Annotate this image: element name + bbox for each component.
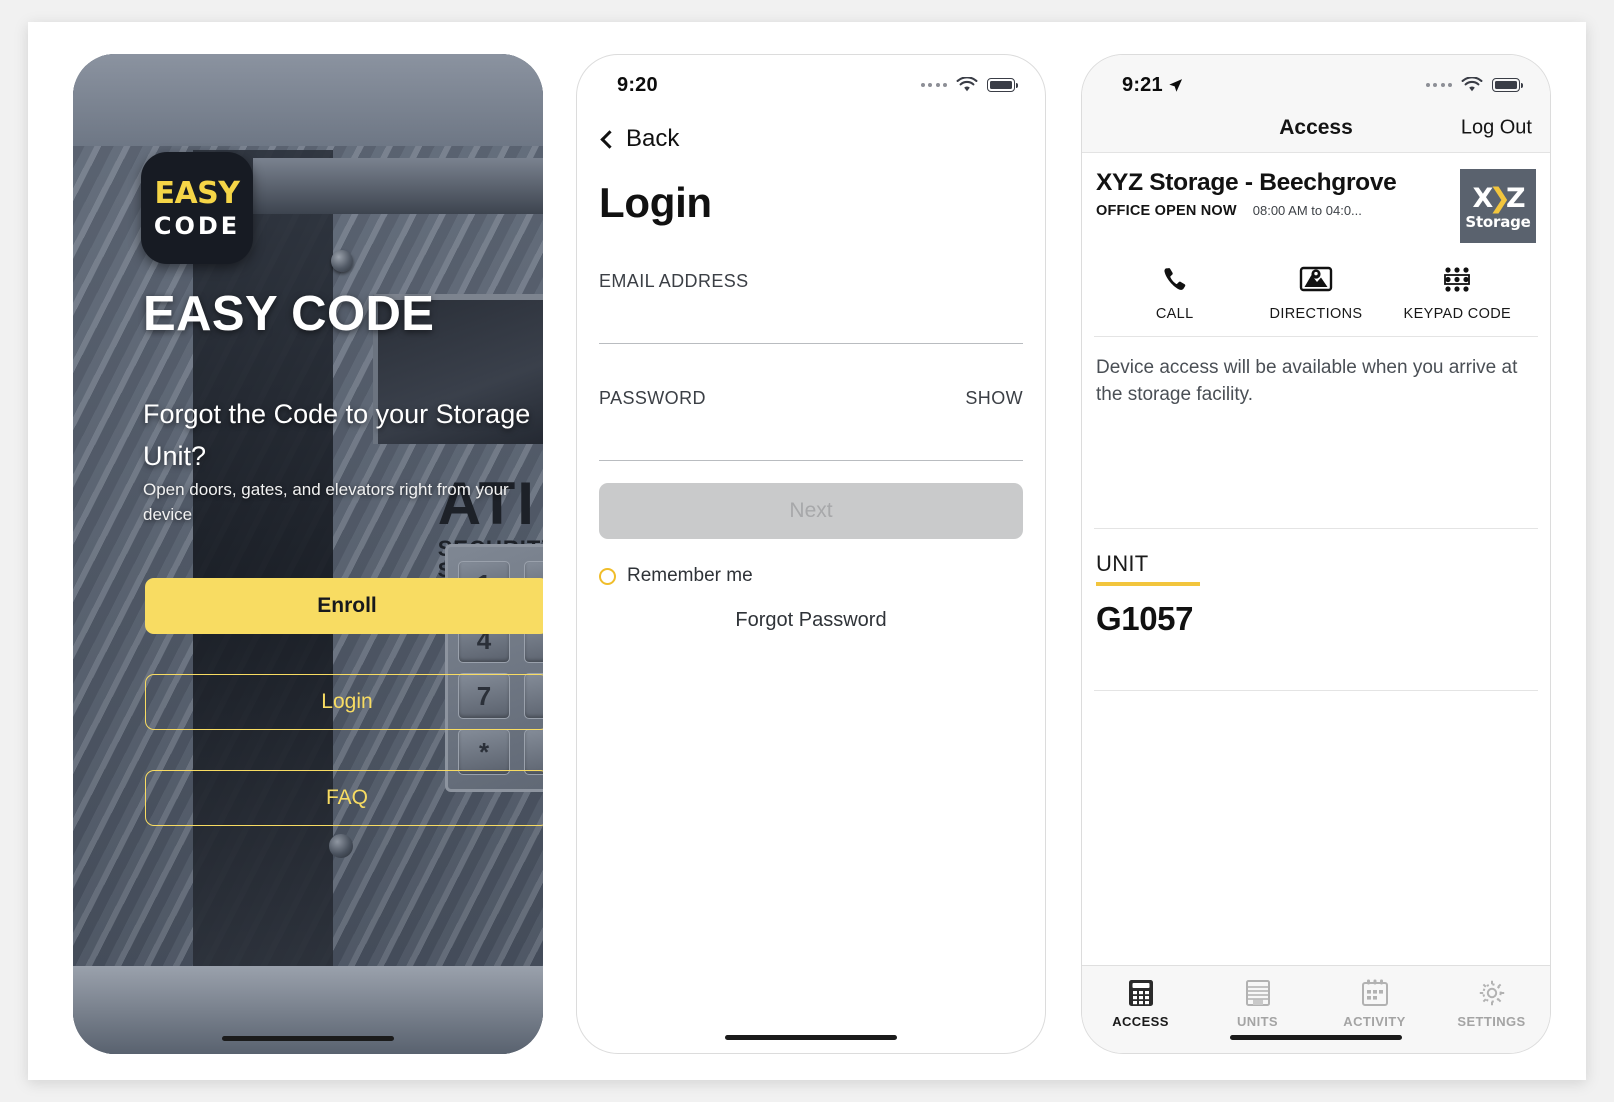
office-hours: 08:00 AM to 04:0... [1252, 203, 1362, 218]
remember-me-label: Remember me [627, 565, 753, 586]
call-action-button[interactable]: CALL [1105, 265, 1245, 322]
radio-circle-icon [599, 567, 616, 585]
facility-header: XYZ Storage - Beechgrove OFFICE OPEN NOW… [1082, 153, 1550, 243]
location-arrow-icon [1169, 78, 1182, 92]
access-notice-text: Device access will be available when you… [1096, 357, 1518, 405]
tab-access[interactable]: ACCESS [1082, 978, 1199, 1029]
chevron-left-icon [600, 129, 619, 149]
cellular-signal-icon [1425, 83, 1452, 87]
battery-icon [987, 78, 1019, 92]
tab-activity-label: ACTIVITY [1343, 1014, 1406, 1029]
keypad-code-action-label: KEYPAD CODE [1403, 306, 1512, 322]
email-field-group: EMAIL ADDRESS [599, 271, 1023, 344]
status-time: 9:20 [617, 73, 658, 96]
onboarding-button-stack: Enroll Login FAQ [145, 578, 543, 866]
gear-icon [1479, 980, 1504, 1006]
onboarding-content: EASY CODE EASY CODE Forgot the Code to y… [73, 54, 543, 1054]
password-label: PASSWORD [599, 388, 706, 408]
wifi-icon [1461, 77, 1483, 92]
keypad-code-action-button[interactable]: KEYPAD CODE [1387, 265, 1527, 322]
cellular-signal-icon [920, 83, 947, 87]
back-label: Back [626, 125, 680, 152]
forgot-password-link[interactable]: Forgot Password [599, 609, 1023, 632]
email-field-header: EMAIL ADDRESS [599, 271, 1023, 292]
login-button[interactable]: Login [145, 674, 543, 730]
tab-units[interactable]: UNITS [1199, 978, 1316, 1029]
onboarding-description: Open doors, gates, and elevators right f… [143, 480, 509, 524]
status-time: 9:21 [1122, 73, 1163, 96]
facility-logo-icon: X ❯ Z Storage [1460, 169, 1536, 243]
tab-units-label: UNITS [1237, 1014, 1278, 1029]
facility-status-row: OFFICE OPEN NOW 08:00 AM to 04:0... [1096, 203, 1452, 219]
unit-divider [1094, 690, 1538, 692]
wifi-icon [956, 77, 978, 92]
access-screen: 9:21 Access Log Out XYZ Storage - Beechg… [1082, 55, 1550, 1053]
phone-login: 9:20 Back Login EMAIL ADDRESS PASSWORD S… [576, 54, 1046, 1054]
email-input[interactable] [599, 292, 1023, 344]
onboarding-subtitle: Forgot the Code to your Storage Unit? [143, 399, 531, 471]
status-indicators [920, 77, 1019, 93]
facility-logo-word: Storage [1465, 213, 1531, 231]
quick-actions: CALL DIRECTIONS KEYPAD CODE [1094, 243, 1538, 337]
home-indicator [222, 1036, 394, 1041]
onboarding-title: EASY CODE [143, 287, 435, 341]
facility-logo-mark: X ❯ Z [1472, 183, 1526, 214]
password-field-header: PASSWORD SHOW [599, 388, 1023, 409]
enroll-button[interactable]: Enroll [145, 578, 543, 634]
app-logo-easy: EASY [154, 175, 240, 211]
storage-unit-icon [1245, 980, 1270, 1006]
page-title: Login [599, 179, 712, 226]
unit-section: UNIT G1057 [1082, 529, 1550, 638]
phone-icon [1164, 268, 1185, 290]
map-icon [1299, 266, 1333, 292]
unit-label: UNIT [1096, 551, 1149, 577]
facility-info: XYZ Storage - Beechgrove OFFICE OPEN NOW… [1096, 169, 1452, 219]
tab-activity[interactable]: ACTIVITY [1316, 978, 1433, 1029]
login-screen: Back Login EMAIL ADDRESS PASSWORD SHOW N… [577, 125, 1045, 1053]
directions-action-label: DIRECTIONS [1269, 306, 1363, 322]
keypad-device-icon [1128, 980, 1153, 1006]
password-field-group: PASSWORD SHOW [599, 388, 1023, 461]
unit-underline-accent [1096, 582, 1200, 587]
call-action-label: CALL [1155, 306, 1194, 322]
page-title: Access [1279, 115, 1353, 139]
tab-access-label: ACCESS [1112, 1014, 1169, 1029]
log-out-button[interactable]: Log Out [1461, 116, 1532, 139]
email-label: EMAIL ADDRESS [599, 271, 749, 291]
back-button[interactable]: Back [599, 125, 1023, 153]
phone-access: 9:21 Access Log Out XYZ Storage - Beechg… [1081, 54, 1551, 1054]
status-time-wrap: 9:21 [1122, 74, 1183, 97]
status-bar: 9:21 [1082, 55, 1550, 103]
app-logo-code: CODE [153, 211, 241, 240]
screenshot-card: ATI SECURITY SYSTEMS 1 2 3 4 5 6 7 8 9 *… [28, 22, 1586, 1080]
password-input[interactable] [599, 409, 1023, 461]
facility-name: XYZ Storage - Beechgrove [1096, 169, 1397, 196]
battery-icon [1492, 78, 1524, 92]
status-indicators [1425, 77, 1524, 93]
next-button[interactable]: Next [599, 483, 1023, 539]
home-indicator [1230, 1035, 1402, 1040]
unit-number: G1057 [1096, 600, 1194, 638]
show-password-toggle[interactable]: SHOW [965, 388, 1023, 409]
tab-settings[interactable]: SETTINGS [1433, 978, 1550, 1029]
directions-action-button[interactable]: DIRECTIONS [1246, 265, 1386, 322]
tab-settings-label: SETTINGS [1457, 1014, 1526, 1029]
remember-me-checkbox[interactable]: Remember me [599, 565, 1023, 587]
keypad-icon [1444, 267, 1471, 292]
app-logo-icon: EASY CODE [141, 152, 253, 264]
page-root: ATI SECURITY SYSTEMS 1 2 3 4 5 6 7 8 9 *… [0, 0, 1614, 1102]
faq-button[interactable]: FAQ [145, 770, 543, 826]
status-bar: 9:20 [577, 55, 1045, 103]
calendar-icon [1361, 979, 1388, 1006]
office-status-badge: OFFICE OPEN NOW [1096, 203, 1237, 219]
facility-logo-z: Z [1505, 183, 1526, 214]
home-indicator [725, 1035, 897, 1040]
navigation-bar: Access Log Out [1082, 103, 1550, 153]
phone-onboarding: ATI SECURITY SYSTEMS 1 2 3 4 5 6 7 8 9 *… [73, 54, 543, 1054]
